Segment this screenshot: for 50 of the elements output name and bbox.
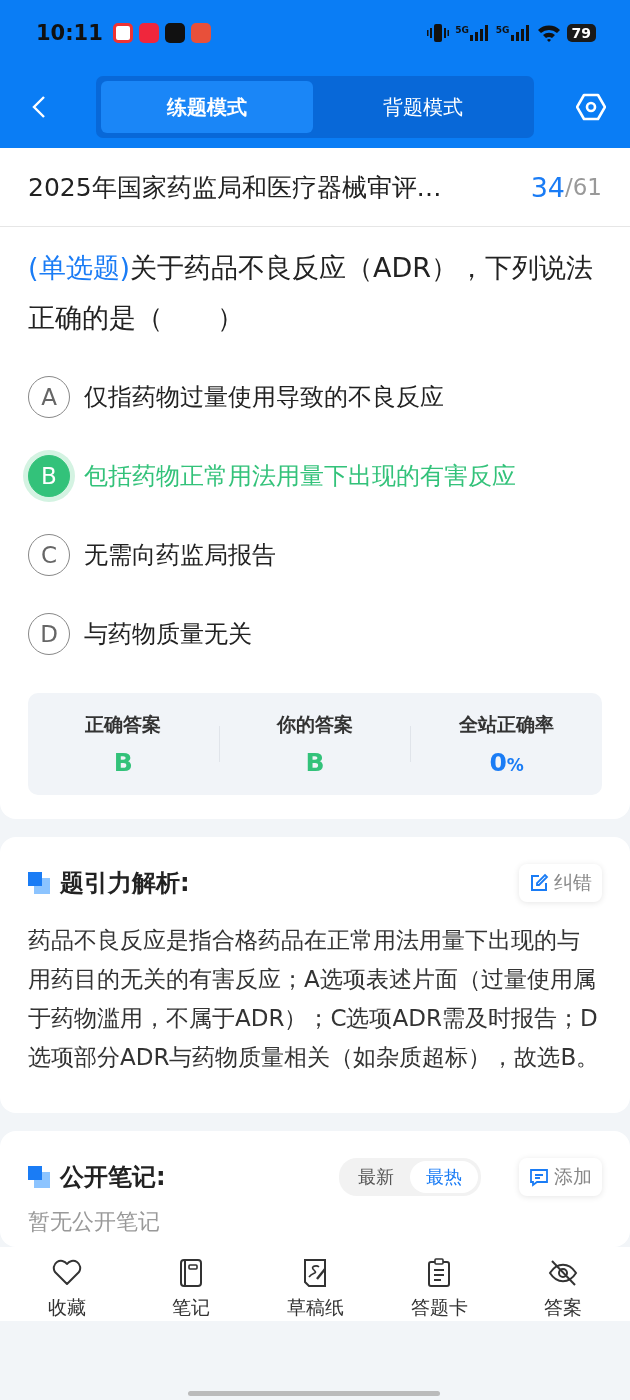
stat-label: 正确答案 [85,711,162,737]
toolbar-button[interactable]: 答题卡 [394,1257,484,1321]
signal-icon [510,25,531,41]
app-icon [138,23,159,43]
stat-value: B [113,747,133,777]
app-icon [190,23,211,43]
empty-notes-text: 暂无公开笔记 [28,1208,161,1236]
section-icon [28,1166,50,1188]
network-label: 5G [495,25,510,35]
toolbar-button[interactable]: 收藏 [22,1257,112,1321]
option-text: 无需向药监局报告 [84,539,276,571]
add-note-button[interactable]: 添加 [519,1158,602,1196]
answer-option[interactable]: A 仅指药物过量使用导致的不良反应 [28,357,602,436]
exam-title: 2025年国家药监局和医疗器械审评… [28,171,443,204]
option-text: 包括药物正常用法用量下出现的有害反应 [84,460,516,492]
sort-tab[interactable]: 最热 [410,1161,478,1193]
report-error-button[interactable]: 纠错 [519,864,602,902]
wifi-icon [536,24,561,42]
option-text: 仅指药物过量使用导致的不良反应 [84,381,444,413]
section-title: 题引力解析: [60,868,190,899]
section-title: 公开笔记: [60,1162,166,1193]
toolbar-button[interactable]: 答案 [518,1257,608,1321]
question-text: (单选题)关于药品不良反应（ADR），下列说法正确的是（ ） [28,251,595,335]
option-text: 与药物质量无关 [84,618,252,650]
question-number: 34 [530,171,565,203]
app-icon [164,23,185,43]
question-total: /61 [565,174,602,200]
analysis-text: 药品不良反应是指合格药品在正常用法用量下出现的与用药目的无关的有害反应；A选项表述片面（过量使用属于药物滥用，不属于ADR）；C选项ADR需及时报告；D选项部分ADR与药物质量相关（如杂质超标），故选B。 [28,926,601,1072]
comment-icon [529,1167,549,1187]
edit-icon [529,873,549,893]
stat-label: 你的答案 [277,711,353,737]
network-label: 5G [455,25,469,35]
app-icon [112,23,133,43]
stat-value: 0% [489,747,524,777]
toolbar-button[interactable]: 草稿纸 [270,1257,360,1321]
answer-option[interactable]: D 与药物质量无关 [28,594,602,673]
toolbar-button[interactable]: 笔记 [146,1257,236,1321]
answer-option[interactable]: C 无需向药监局报告 [28,515,602,594]
status-time: 10:11 [36,21,103,45]
stat-label: 全站正确率 [459,711,555,737]
vibrate-icon [427,23,450,43]
settings-icon[interactable] [576,92,606,122]
section-icon [28,872,50,894]
mode-tab[interactable]: 练题模式 [101,81,313,133]
back-icon[interactable] [32,95,46,119]
sort-tab[interactable]: 最新 [342,1161,410,1193]
mode-tab[interactable]: 背题模式 [317,81,529,133]
battery-indicator: 79 [566,24,596,42]
stat-value: B [305,747,325,777]
signal-icon [469,25,490,41]
